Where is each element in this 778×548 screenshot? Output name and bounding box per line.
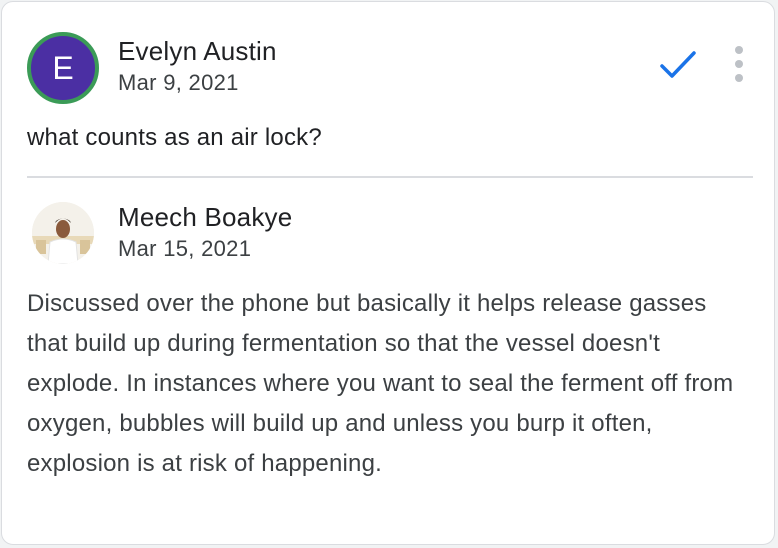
check-icon [660,51,696,78]
profile-photo [32,202,94,264]
reply-author: Meech Boakye [118,202,293,232]
resolve-button[interactable] [658,49,698,81]
avatar-letter: E [52,49,74,86]
reply-text: Discussed over the phone but basically i… [27,290,734,477]
more-options-button[interactable] [724,44,754,84]
comment-author: Evelyn Austin [118,36,277,66]
divider [27,176,753,178]
reply-date: Mar 15, 2021 [118,236,252,261]
avatar: E [27,32,99,104]
comment-text: what counts as an air lock? [27,124,322,151]
avatar [32,202,94,264]
comment-thread-card: E Evelyn Austin Mar 9, 2021 what counts … [1,1,775,545]
more-vert-icon [735,46,743,54]
comment-date: Mar 9, 2021 [118,70,239,95]
